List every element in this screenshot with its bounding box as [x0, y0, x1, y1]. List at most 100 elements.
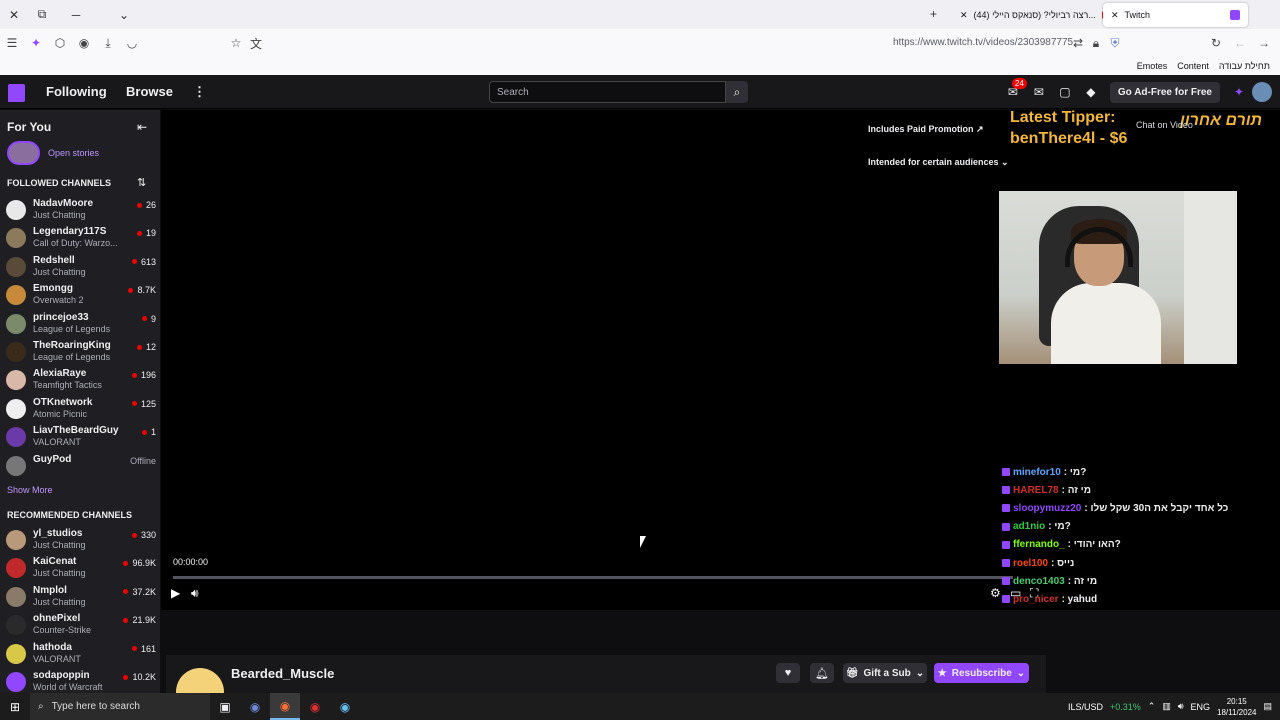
- sidebar-channel[interactable]: Legendary117S Call of Duty: Warzo... 19: [6, 224, 156, 252]
- heart-icon[interactable]: ♥: [776, 663, 800, 683]
- sidebar-channel[interactable]: LiavTheBeardGuy VALORANT 1: [6, 423, 156, 451]
- sidebar-channel[interactable]: Redshell Just Chatting 613: [6, 253, 156, 281]
- network-icon[interactable]: ▥: [1162, 701, 1171, 712]
- volume-icon[interactable]: 🔊︎: [1178, 701, 1184, 712]
- extension-icon[interactable]: ✦: [1226, 85, 1252, 99]
- sidebar-channel[interactable]: GuyPod Offline: [6, 452, 156, 480]
- tab-twitch[interactable]: ✕ Twitch: [1103, 3, 1248, 27]
- play-icon[interactable]: ▶: [171, 586, 180, 600]
- firefox-icon[interactable]: ◉: [270, 693, 300, 720]
- sort-icon[interactable]: ⇅: [137, 176, 146, 189]
- open-stories[interactable]: Open stories: [7, 141, 99, 165]
- discord-icon[interactable]: ◉: [240, 693, 270, 720]
- address-bar[interactable]: https://www.twitch.tv/videos/2303987775: [893, 37, 1073, 48]
- badge-icon: [1002, 559, 1010, 568]
- chat-text: : כל אחד יקבל את ה30 שקל שלו: [1084, 502, 1229, 514]
- sidebar-channel[interactable]: TheRoaringKing League of Legends 12: [6, 338, 156, 366]
- search-icon[interactable]: ⌕: [726, 81, 748, 103]
- account-icon[interactable]: ◉: [72, 29, 96, 57]
- steam-icon[interactable]: ◉: [330, 693, 360, 720]
- close-window-icon[interactable]: ✕: [0, 0, 28, 29]
- reload-icon[interactable]: ↻: [1204, 29, 1228, 57]
- forward-icon[interactable]: →: [1252, 29, 1276, 57]
- sidebar-channel[interactable]: OTKnetwork Atomic Picnic 125: [6, 395, 156, 423]
- settings-icon[interactable]: ⚙: [990, 586, 1001, 600]
- close-tab-icon[interactable]: ✕: [1111, 10, 1119, 21]
- clock[interactable]: 20:15 18/11/2024: [1217, 696, 1256, 718]
- chat-username[interactable]: roel100: [1013, 558, 1048, 569]
- notifications-icon[interactable]: ✉ 24: [1000, 78, 1027, 99]
- paid-promotion-label[interactable]: Includes Paid Promotion ↗: [868, 124, 984, 135]
- crown-icon[interactable]: ◆: [1078, 85, 1104, 99]
- taskbar: ⊞ ⌕ Type here to search ▣ ◉ ◉ ◉ ◉ ILS/USD…: [0, 693, 1280, 720]
- chat-username[interactable]: minefor10: [1013, 467, 1061, 478]
- audience-label[interactable]: Intended for certain audiences ⌄: [868, 157, 1009, 168]
- go-adfree-button[interactable]: Go Ad-Free for Free: [1109, 81, 1220, 103]
- bell-icon[interactable]: 🔔︎: [810, 663, 834, 683]
- sidebar-channel[interactable]: Emongg Overwatch 2 8.7K: [6, 281, 156, 309]
- chat-username[interactable]: denco1403: [1013, 576, 1065, 587]
- seek-bar[interactable]: [173, 576, 1013, 579]
- whispers-icon[interactable]: ▢: [1052, 85, 1078, 99]
- sidebar-channel[interactable]: hathoda VALORANT 161: [6, 640, 156, 668]
- tab-youtube[interactable]: ✕ (44) רצה רביולי? (סנאקס היילי...: [952, 3, 1121, 27]
- chat-on-video-button[interactable]: Chat on Video: [1136, 120, 1193, 130]
- new-tab-icon[interactable]: +: [930, 7, 937, 21]
- shield-icon[interactable]: ⛨: [1103, 29, 1127, 57]
- chat-username[interactable]: ffernando_: [1013, 539, 1065, 550]
- more-icon[interactable]: ⋮: [193, 84, 206, 100]
- chat-username[interactable]: pro_nicer: [1013, 594, 1059, 605]
- sidebar-channel[interactable]: yl_studios Just Chatting 330: [6, 526, 156, 554]
- show-more-link[interactable]: Show More: [7, 485, 53, 495]
- extension-icon[interactable]: ✦: [24, 29, 48, 57]
- bookmark-emotes[interactable]: Emotes: [1137, 61, 1168, 71]
- chat-message: ffernando_: האו יהודי?: [1002, 536, 1272, 554]
- chat-username[interactable]: ad1nio: [1013, 521, 1045, 532]
- sidebar-channel[interactable]: princejoe33 League of Legends 9: [6, 310, 156, 338]
- search-input[interactable]: Search: [489, 81, 726, 103]
- sidebar-channel[interactable]: KaiCenat Just Chatting 96.9K: [6, 554, 156, 582]
- nav-browse[interactable]: Browse: [126, 84, 173, 99]
- inbox-icon[interactable]: ✉: [1026, 85, 1052, 99]
- notification-center-icon[interactable]: ▤: [1263, 701, 1272, 712]
- video-player[interactable]: Includes Paid Promotion ↗ Intended for c…: [161, 110, 1053, 610]
- close-tab-icon[interactable]: ✕: [960, 10, 968, 21]
- sidebar-channel[interactable]: NadavMoore Just Chatting 26: [6, 196, 156, 224]
- channel-name: Redshell: [33, 254, 75, 266]
- sidebar-channel[interactable]: AlexiaRaye Teamfight Tactics 196: [6, 366, 156, 394]
- collapse-icon[interactable]: ⇤: [137, 120, 147, 134]
- minimize-window-icon[interactable]: ─: [62, 0, 90, 29]
- windows-start-icon[interactable]: ⊞: [0, 700, 30, 714]
- pocket-icon[interactable]: ◡: [120, 29, 144, 57]
- lang-indicator[interactable]: ENG: [1191, 702, 1211, 712]
- resubscribe-button[interactable]: ★ Resubscribe ⌄: [934, 663, 1029, 683]
- channel-name[interactable]: Bearded_Muscle: [231, 666, 334, 681]
- chevron-down-icon[interactable]: ⌄: [110, 0, 138, 29]
- translate-icon[interactable]: 文: [244, 29, 268, 57]
- bookmark-content[interactable]: Content: [1177, 61, 1209, 71]
- download-icon[interactable]: ⤓: [96, 29, 120, 57]
- back-icon[interactable]: ←: [1228, 29, 1252, 57]
- restore-window-icon[interactable]: ⧉: [28, 0, 56, 29]
- badge-icon: [1002, 468, 1010, 477]
- nav-following[interactable]: Following: [46, 84, 107, 99]
- menu-icon[interactable]: ☰: [0, 29, 24, 57]
- gift-sub-button[interactable]: 🎁︎ Gift a Sub ⌄: [843, 663, 927, 683]
- twitch-logo-icon[interactable]: [8, 84, 25, 102]
- app-icon[interactable]: ◉: [300, 693, 330, 720]
- avatar[interactable]: [1252, 82, 1272, 102]
- chat-username[interactable]: sloopymuzz20: [1013, 503, 1081, 514]
- channel-name: GuyPod: [33, 453, 72, 465]
- bookmark-work[interactable]: תחילת עבודה: [1219, 61, 1270, 71]
- chat-username[interactable]: HAREL78: [1013, 485, 1059, 496]
- sidebar-channel[interactable]: sodapoppin World of Warcraft 10.2K: [6, 668, 156, 693]
- volume-icon[interactable]: 🔊︎: [191, 586, 199, 601]
- bookmarks-bar: Emotes Content תחילת עבודה: [0, 57, 1280, 75]
- extensions-icon[interactable]: ⬡: [48, 29, 72, 57]
- taskbar-search[interactable]: ⌕ Type here to search: [30, 693, 210, 720]
- task-view-icon[interactable]: ▣: [210, 693, 240, 720]
- chevron-up-icon[interactable]: ⌃: [1148, 701, 1156, 712]
- sidebar-channel[interactable]: Nmplol Just Chatting 37.2K: [6, 583, 156, 611]
- currency-label[interactable]: ILS/USD: [1068, 702, 1103, 712]
- sidebar-channel[interactable]: ohnePixel Counter-Strike 21.9K: [6, 611, 156, 639]
